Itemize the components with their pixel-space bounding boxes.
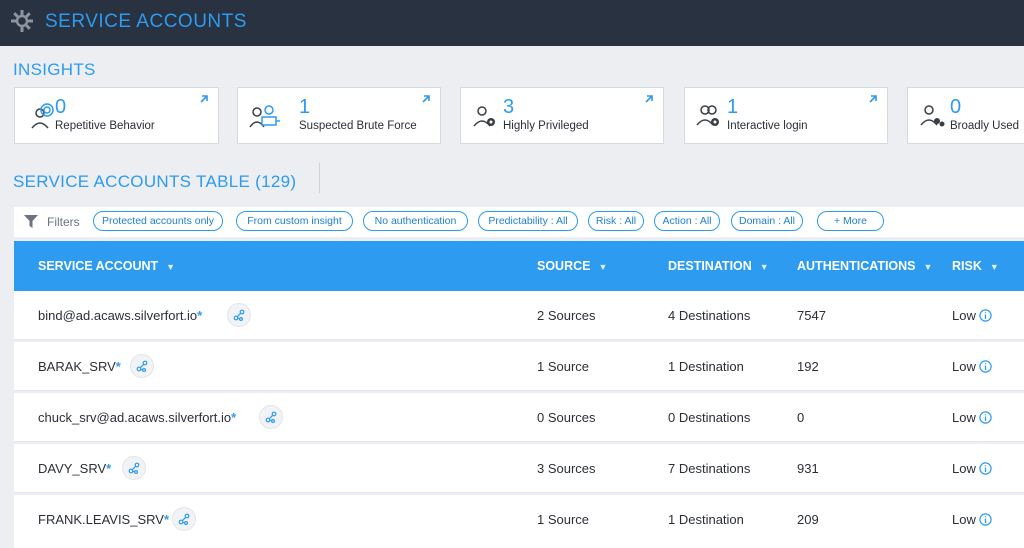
filter-chip-protected-accounts[interactable]: Protected accounts only <box>93 211 223 231</box>
account-name[interactable]: FRANK.LEAVIS_SRV* <box>38 512 169 527</box>
chevron-down-icon: ▼ <box>598 262 608 272</box>
risk-level: Low <box>952 461 992 476</box>
info-icon[interactable] <box>979 513 992 526</box>
chevron-down-icon: ▼ <box>989 262 999 272</box>
filter-chip-custom-insight[interactable]: From custom insight <box>236 211 353 231</box>
insight-card-broadly-used[interactable]: 0 Broadly Used <box>907 87 1024 144</box>
table-row[interactable]: FRANK.LEAVIS_SRV* 1 Source 1 Destination… <box>14 495 1024 548</box>
account-name[interactable]: bind@ad.acaws.silverfort.io* <box>38 308 202 323</box>
column-header-source[interactable]: SOURCE ▼ <box>537 259 607 273</box>
gear-icon <box>11 10 33 32</box>
insight-count: 1 <box>727 96 739 118</box>
insight-count: 0 <box>950 96 962 118</box>
authentications-count: 0 <box>797 410 805 425</box>
insight-label: Highly Privileged <box>503 120 589 132</box>
column-header-authentications[interactable]: AUTHENTICATIONS ▼ <box>797 259 932 273</box>
divider <box>319 163 320 193</box>
table-title: SERVICE ACCOUNTS TABLE (129) <box>13 172 297 191</box>
column-header-risk[interactable]: RISK ▼ <box>952 259 999 273</box>
filter-chip-action[interactable]: Action : All <box>654 211 720 231</box>
relationship-graph-button[interactable] <box>122 456 146 480</box>
insight-card-suspected-brute-force[interactable]: 1 Suspected Brute Force <box>237 87 441 144</box>
destination-count[interactable]: 7 Destinations <box>668 461 750 476</box>
filter-chip-no-authentication[interactable]: No authentication <box>363 211 468 231</box>
column-header-destination[interactable]: DESTINATION ▼ <box>668 259 769 273</box>
account-name[interactable]: chuck_srv@ad.acaws.silverfort.io* <box>38 410 236 425</box>
filter-chip-domain[interactable]: Domain : All <box>731 211 803 231</box>
graph-icon <box>265 411 277 423</box>
external-link-arrow-icon[interactable] <box>199 94 209 104</box>
insight-label: Broadly Used <box>950 120 1020 132</box>
account-name[interactable]: DAVY_SRV* <box>38 461 111 476</box>
table-row[interactable]: BARAK_SRV* 1 Source 1 Destination 192 Lo… <box>14 342 1024 391</box>
filter-chip-predictability[interactable]: Predictability : All <box>478 211 578 231</box>
source-count[interactable]: 2 Sources <box>537 308 596 323</box>
destination-count[interactable]: 0 Destinations <box>668 410 750 425</box>
table-header: SERVICE ACCOUNT ▼ SOURCE ▼ DESTINATION ▼ AU… <box>14 241 1024 291</box>
table-row[interactable]: DAVY_SRV* 3 Sources 7 Destinations 931 L… <box>14 444 1024 493</box>
table-row[interactable]: chuck_srv@ad.acaws.silverfort.io* 0 Sour… <box>14 393 1024 442</box>
insight-label: Interactive login <box>727 120 808 132</box>
graph-icon <box>128 462 140 474</box>
authentications-count: 192 <box>797 359 819 374</box>
broadly-used-icon <box>920 105 945 127</box>
page-title: SERVICE ACCOUNTS <box>45 11 247 32</box>
graph-icon <box>136 360 148 372</box>
source-count[interactable]: 0 Sources <box>537 410 596 425</box>
destination-count[interactable]: 1 Destination <box>668 512 744 527</box>
brute-force-icon <box>249 105 280 128</box>
risk-level: Low <box>952 359 992 374</box>
chevron-down-icon: ▼ <box>923 262 933 272</box>
authentications-count: 931 <box>797 461 819 476</box>
insight-label: Repetitive Behavior <box>55 120 155 132</box>
chevron-down-icon: ▼ <box>759 262 769 272</box>
account-name[interactable]: BARAK_SRV* <box>38 359 121 374</box>
authentications-count: 209 <box>797 512 819 527</box>
graph-icon <box>178 513 190 525</box>
insight-card-highly-privileged[interactable]: 3 Highly Privileged <box>460 87 664 144</box>
destination-count[interactable]: 4 Destinations <box>668 308 750 323</box>
external-link-arrow-icon[interactable] <box>421 94 431 104</box>
column-header-service-account[interactable]: SERVICE ACCOUNT ▼ <box>38 259 175 273</box>
chevron-down-icon: ▼ <box>166 262 176 272</box>
info-icon[interactable] <box>979 309 992 322</box>
external-link-arrow-icon[interactable] <box>868 94 878 104</box>
repetitive-behavior-icon <box>31 103 54 129</box>
filter-chip-risk[interactable]: Risk : All <box>588 211 644 231</box>
relationship-graph-button[interactable] <box>130 354 154 378</box>
relationship-graph-button[interactable] <box>259 405 283 429</box>
top-bar: SERVICE ACCOUNTS <box>0 0 1024 46</box>
external-link-arrow-icon[interactable] <box>644 94 654 104</box>
filter-icon[interactable] <box>24 215 38 228</box>
insight-card-interactive-login[interactable]: 1 Interactive login <box>684 87 888 144</box>
insight-count: 3 <box>503 96 515 118</box>
risk-level: Low <box>952 308 992 323</box>
info-icon[interactable] <box>979 411 992 424</box>
info-icon[interactable] <box>979 360 992 373</box>
risk-level: Low <box>952 512 992 527</box>
relationship-graph-button[interactable] <box>172 507 196 531</box>
table-row[interactable]: bind@ad.acaws.silverfort.io* 2 Sources 4… <box>14 291 1024 340</box>
interactive-login-icon <box>696 105 719 126</box>
source-count[interactable]: 1 Source <box>537 359 589 374</box>
insight-label: Suspected Brute Force <box>299 120 417 132</box>
source-count[interactable]: 1 Source <box>537 512 589 527</box>
privileged-user-icon <box>473 106 495 127</box>
insight-card-repetitive-behavior[interactable]: 0 Repetitive Behavior <box>14 87 219 144</box>
source-count[interactable]: 3 Sources <box>537 461 596 476</box>
insights-title: INSIGHTS <box>13 60 96 79</box>
insight-count: 1 <box>299 96 311 118</box>
authentications-count: 7547 <box>797 308 826 323</box>
risk-level: Low <box>952 410 992 425</box>
insight-count: 0 <box>55 96 67 118</box>
destination-count[interactable]: 1 Destination <box>668 359 744 374</box>
more-filters-button[interactable]: + More <box>817 211 884 231</box>
filters-label: Filters <box>47 215 80 229</box>
info-icon[interactable] <box>979 462 992 475</box>
graph-icon <box>233 309 245 321</box>
relationship-graph-button[interactable] <box>227 303 251 327</box>
filters-bar: Filters Protected accounts only From cus… <box>14 207 1024 237</box>
